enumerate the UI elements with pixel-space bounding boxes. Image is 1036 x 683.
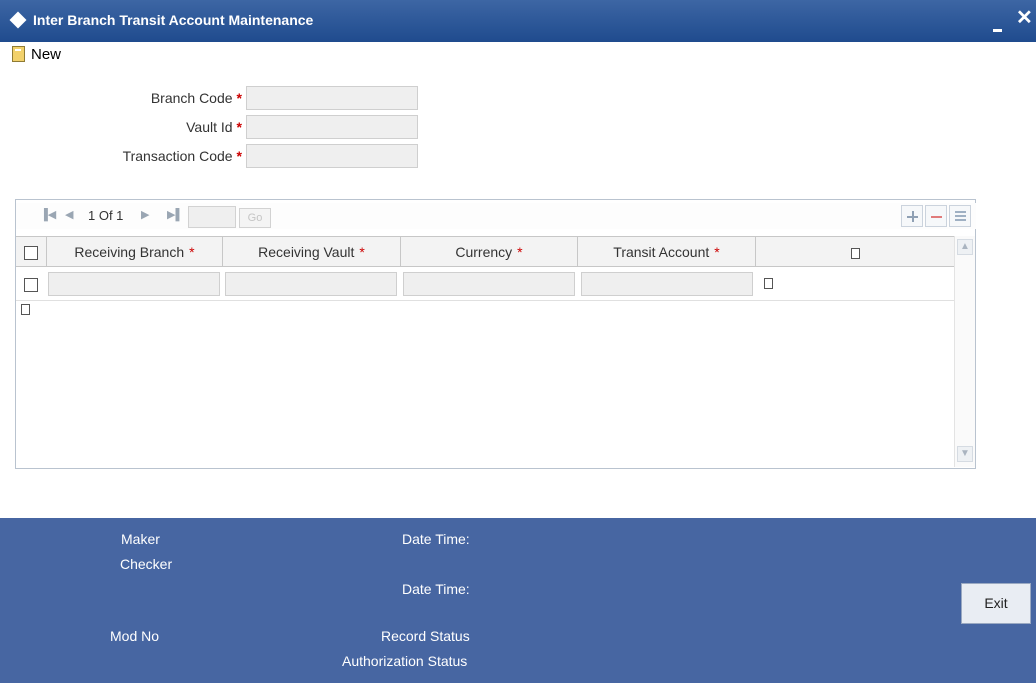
column-header-extra [756, 237, 954, 267]
row-select-checkbox[interactable] [24, 278, 38, 292]
new-button[interactable]: New [12, 44, 61, 64]
required-marker: * [189, 244, 195, 260]
branch-code-label-text: Branch Code [150, 90, 233, 106]
select-all-cell [16, 237, 47, 267]
close-icon[interactable]: ✕ [1016, 8, 1033, 28]
receiving-vault-input[interactable] [225, 272, 397, 296]
column-placeholder-icon [850, 247, 860, 259]
branch-code-label: Branch Code * [12, 90, 242, 106]
required-marker: * [714, 244, 720, 260]
add-row-icon[interactable] [901, 205, 923, 227]
transaction-code-label-text: Transaction Code [122, 148, 233, 164]
diamond-icon [9, 11, 27, 29]
checker-date-time-label: Date Time: [402, 581, 470, 597]
page-indicator: 1 Of 1 [88, 208, 124, 223]
vertical-scrollbar[interactable]: ▲ ▼ [954, 236, 975, 467]
required-marker: * [517, 244, 523, 260]
required-marker: * [359, 244, 365, 260]
minimize-icon[interactable] [990, 8, 1008, 32]
window-title: Inter Branch Transit Account Maintenance [33, 12, 314, 28]
authorization-status-label: Authorization Status [342, 653, 468, 669]
new-label: New [31, 45, 62, 63]
maker-label: Maker [121, 531, 160, 547]
transit-account-input[interactable] [581, 272, 753, 296]
transaction-code-label: Transaction Code * [12, 148, 242, 164]
new-document-icon [12, 46, 25, 62]
first-page-icon[interactable]: ▐◀ [40, 208, 56, 221]
row-placeholder-icon [764, 278, 773, 289]
column-header-receiving-branch: Receiving Branch * [47, 237, 223, 267]
record-status-label: Record Status [381, 628, 470, 644]
exit-button[interactable]: Exit [961, 583, 1031, 624]
transaction-code-input[interactable] [246, 144, 418, 168]
scroll-up-icon[interactable]: ▲ [957, 239, 973, 255]
required-marker: * [236, 90, 242, 106]
delete-row-icon[interactable] [925, 205, 947, 227]
branch-code-input[interactable] [246, 86, 418, 110]
mod-no-label: Mod No [110, 628, 160, 644]
checker-label: Checker [120, 556, 173, 572]
title-bar: Inter Branch Transit Account Maintenance… [0, 0, 1036, 42]
maker-date-time-label: Date Time: [402, 531, 470, 547]
scroll-down-icon[interactable]: ▼ [957, 446, 973, 462]
audit-footer: Maker Checker Date Time: Date Time: Mod … [0, 518, 1036, 683]
required-marker: * [236, 119, 242, 135]
column-header-label: Receiving Vault [258, 244, 355, 260]
grid-header: Receiving Branch * Receiving Vault * Curre… [16, 236, 954, 267]
single-view-icon[interactable] [949, 205, 971, 227]
last-page-icon[interactable]: ▶▌ [167, 208, 183, 221]
column-header-receiving-vault: Receiving Vault * [223, 237, 401, 267]
required-marker: * [236, 148, 242, 164]
go-button[interactable]: Go [239, 208, 271, 228]
grid-placeholder-icon [21, 304, 30, 315]
receiving-branch-input[interactable] [48, 272, 220, 296]
select-all-checkbox[interactable] [24, 246, 38, 261]
prev-page-icon[interactable]: ◀ [65, 208, 73, 221]
column-header-currency: Currency * [401, 237, 578, 267]
vault-id-input[interactable] [246, 115, 418, 139]
pager: ▐◀ ◀ 1 Of 1 ▶ ▶▌ Go [16, 203, 976, 229]
table-row [16, 268, 954, 301]
column-header-label: Receiving Branch [74, 244, 185, 260]
column-header-label: Currency [455, 244, 513, 260]
column-header-transit-account: Transit Account * [578, 237, 756, 267]
currency-input[interactable] [403, 272, 575, 296]
vault-id-label: Vault Id * [12, 119, 242, 135]
next-page-icon[interactable]: ▶ [141, 208, 149, 221]
page-number-input[interactable] [188, 206, 236, 228]
vault-id-label-text: Vault Id [186, 119, 233, 135]
column-header-label: Transit Account [613, 244, 710, 260]
